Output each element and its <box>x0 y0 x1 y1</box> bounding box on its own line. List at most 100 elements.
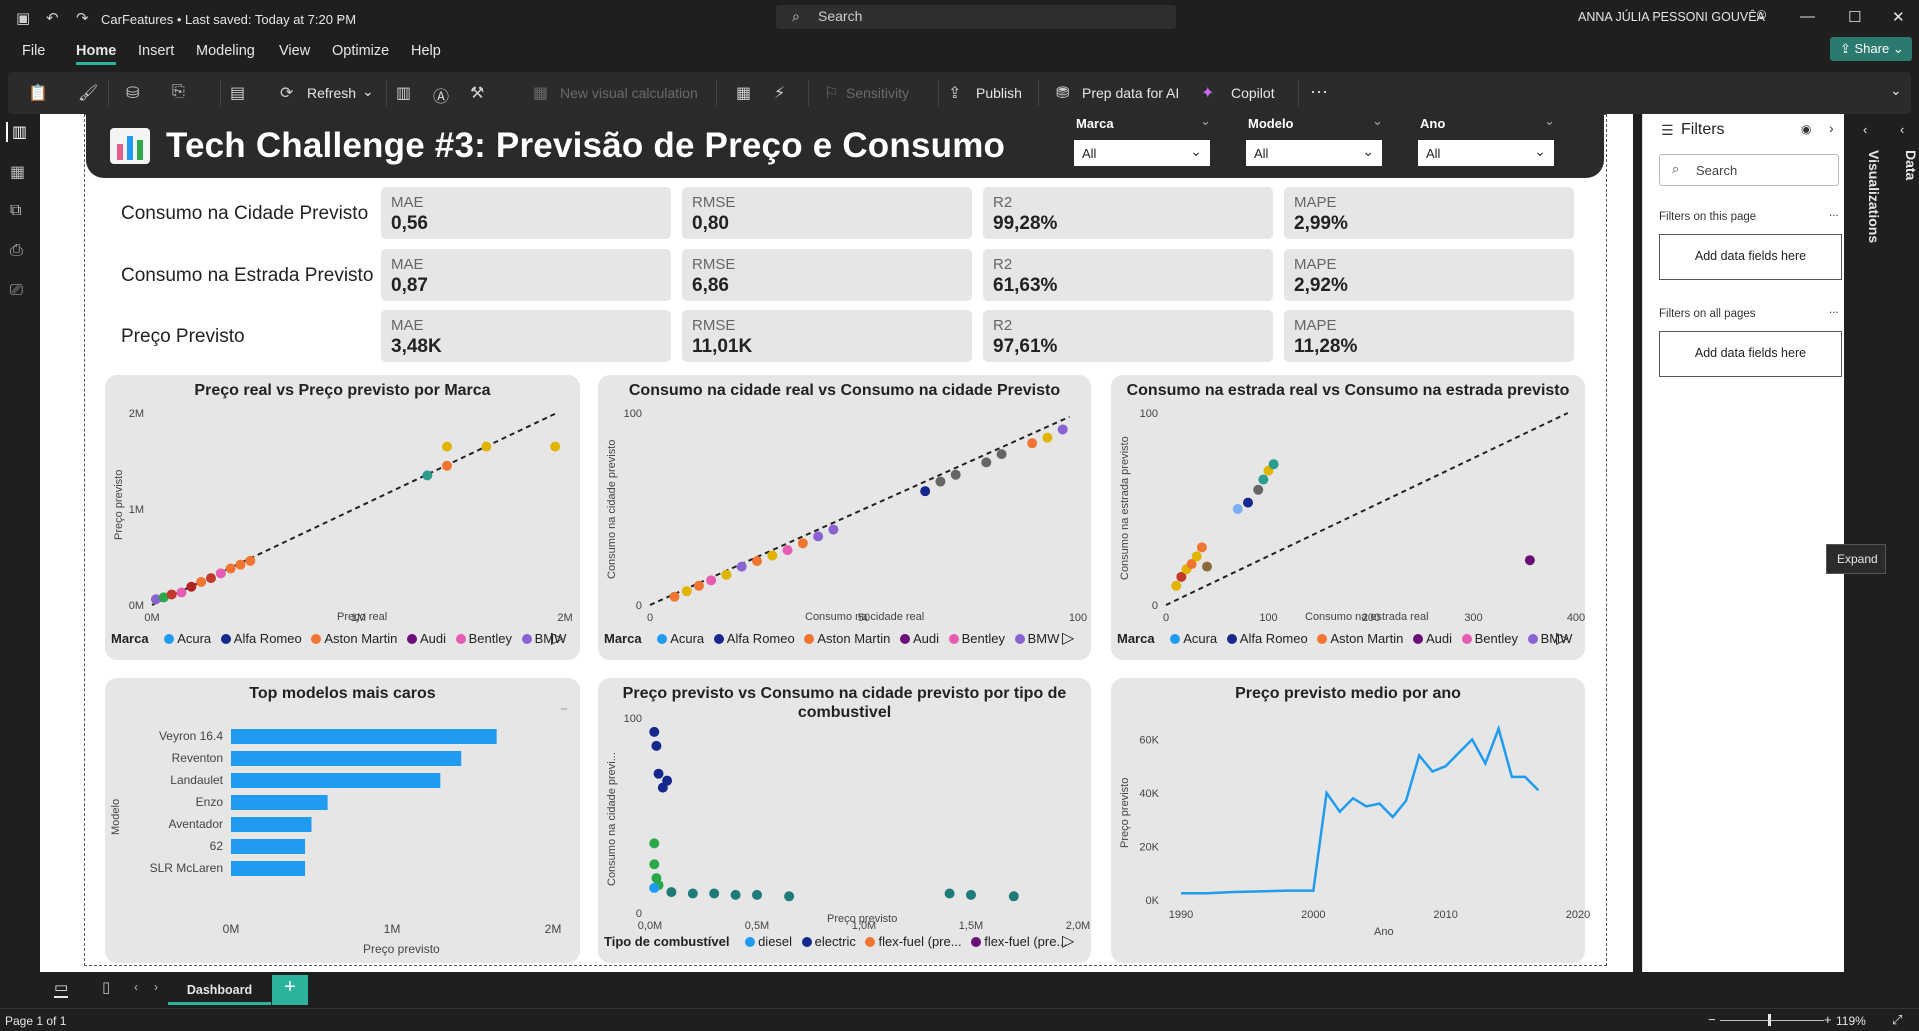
menu-home[interactable]: Home <box>76 43 117 65</box>
legend-item-alfa-romeo[interactable]: Alfa Romeo <box>215 631 302 646</box>
menu-file[interactable]: File <box>22 43 45 59</box>
table-view-icon[interactable]: ▦ <box>10 162 25 182</box>
chart-highway-consumption[interactable]: Consumo na estrada real vs Consumo na es… <box>1111 375 1585 660</box>
metric-card-mae[interactable]: MAE 0,87 <box>381 249 671 301</box>
legend-item-alfa-romeo[interactable]: Alfa Romeo <box>708 631 795 646</box>
slicer-marca[interactable]: Marca ⌄ All ⌄ <box>1074 112 1226 172</box>
avatar-icon[interactable]: ☺ <box>1754 6 1769 23</box>
legend-item-bentley[interactable]: Bentley <box>943 631 1005 646</box>
menu-help[interactable]: Help <box>411 43 441 59</box>
menu-insert[interactable]: Insert <box>138 43 174 59</box>
slicer-dropdown[interactable]: All ⌄ <box>1246 140 1382 166</box>
prep-data-icon[interactable]: ⛃ <box>1056 83 1069 103</box>
legend-item-audi[interactable]: Audi <box>894 631 939 646</box>
global-search[interactable]: ⌕ Search <box>776 5 1176 29</box>
zoom-out-icon[interactable]: − <box>1708 1012 1716 1027</box>
calculator-icon[interactable]: ▦ <box>736 83 751 103</box>
next-page-icon[interactable]: › <box>154 980 158 994</box>
menu-optimize[interactable]: Optimize <box>332 43 389 59</box>
dax-query-view-icon[interactable]: ⎙ <box>10 242 23 260</box>
fit-to-page-icon[interactable]: ⤢ <box>1892 1012 1902 1028</box>
chart-city-consumption[interactable]: Consumo na cidade real vs Consumo na cid… <box>598 375 1091 660</box>
table-view-icon[interactable]: ▤ <box>230 83 245 103</box>
metric-card-mape[interactable]: MAPE 11,28% <box>1284 310 1574 362</box>
desktop-layout-icon[interactable]: ▭ <box>54 978 69 998</box>
eye-icon[interactable]: ◉ <box>1801 122 1811 136</box>
publish-icon[interactable]: ⇪ <box>948 83 961 103</box>
more-options-button[interactable]: ··· <box>1310 81 1328 102</box>
tmdl-view-icon[interactable]: ⎚ <box>10 282 23 300</box>
zoom-in-icon[interactable]: + <box>1824 1012 1832 1027</box>
transform-data-icon[interactable]: ⎘ <box>172 83 185 101</box>
refresh-button[interactable]: Refresh <box>307 85 356 101</box>
legend-item-flex-fuel-1[interactable]: flex-fuel (pre... <box>859 934 962 949</box>
chevron-down-icon[interactable]: ⌄ <box>362 83 374 100</box>
share-button[interactable]: ⇪ Share ⌄ <box>1830 37 1912 61</box>
legend-item-acura[interactable]: Acura <box>1164 631 1217 646</box>
legend-next-icon[interactable]: ▷ <box>1062 931 1074 951</box>
redo-icon[interactable]: ↷ <box>76 9 89 27</box>
format-painter-icon[interactable]: 🖌 <box>78 83 98 103</box>
model-view-icon[interactable]: ⧉ <box>10 202 21 220</box>
maximize-icon[interactable]: ☐ <box>1848 8 1861 26</box>
slicer-dropdown[interactable]: All ⌄ <box>1418 140 1554 166</box>
copilot-icon[interactable]: ✦ <box>1201 83 1214 103</box>
new-visual-icon[interactable]: ▥ <box>396 83 411 103</box>
paste-icon[interactable]: 📋 <box>28 83 48 103</box>
prev-page-icon[interactable]: ‹ <box>134 980 138 994</box>
focus-mode-icon[interactable]: ⎯ <box>561 701 567 716</box>
expand-visualizations-icon[interactable]: ‹ <box>1863 122 1867 137</box>
metric-card-rmse[interactable]: RMSE 6,86 <box>682 249 972 301</box>
mobile-layout-icon[interactable]: ▯ <box>102 978 110 996</box>
add-data-fields-page[interactable]: Add data fields here <box>1659 234 1842 280</box>
legend-item-audi[interactable]: Audi <box>1407 631 1452 646</box>
slicer-dropdown[interactable]: All ⌄ <box>1074 140 1210 166</box>
legend-item-aston-martin[interactable]: Aston Martin <box>798 631 890 646</box>
menu-view[interactable]: View <box>279 43 310 59</box>
user-name[interactable]: ANNA JÚLIA PESSONI GOUVÊA <box>1578 10 1765 24</box>
metric-card-r2[interactable]: R2 99,28% <box>983 187 1273 239</box>
legend-item-audi[interactable]: Audi <box>401 631 446 646</box>
metric-card-mape[interactable]: MAPE 2,99% <box>1284 187 1574 239</box>
legend-item-bentley[interactable]: Bentley <box>1456 631 1518 646</box>
more-options-icon[interactable]: ... <box>1829 207 1839 219</box>
quick-measure-icon[interactable]: ⚡ <box>774 83 785 103</box>
chart-price-by-year[interactable]: Preço previsto medio por ano 0K 20K 40K 60K… <box>1111 678 1590 963</box>
legend-item-electric[interactable]: electric <box>796 934 856 949</box>
get-data-icon[interactable]: ⛁ <box>126 83 139 103</box>
more-visuals-icon[interactable]: ⚒ <box>470 83 484 103</box>
legend-item-acura[interactable]: Acura <box>651 631 704 646</box>
minimize-icon[interactable]: — <box>1800 8 1815 25</box>
add-page-button[interactable]: + <box>272 975 308 1005</box>
legend-item-aston-martin[interactable]: Aston Martin <box>1311 631 1403 646</box>
filter-search-input[interactable]: ⌕ Search <box>1659 154 1839 186</box>
legend-item-bmw[interactable]: BMW <box>1009 631 1059 646</box>
metric-card-r2[interactable]: R2 61,63% <box>983 249 1273 301</box>
close-icon[interactable]: ✕ <box>1892 8 1905 26</box>
slicer-ano[interactable]: Ano ⌄ All ⌄ <box>1418 112 1570 172</box>
chart-top-models[interactable]: Top modelos mais caros Veyron 16.4 Revent… <box>105 678 580 963</box>
data-tab[interactable]: Data <box>1903 150 1919 180</box>
legend-item-acura[interactable]: Acura <box>158 631 211 646</box>
publish-button[interactable]: Publish <box>976 85 1022 101</box>
prep-data-button[interactable]: Prep data for AI <box>1082 85 1179 101</box>
legend-item-aston-martin[interactable]: Aston Martin <box>305 631 397 646</box>
chevron-down-icon[interactable]: ⌄ <box>335 10 344 23</box>
expand-data-icon[interactable]: ‹ <box>1900 122 1904 137</box>
slicer-modelo[interactable]: Modelo ⌄ All ⌄ <box>1246 112 1398 172</box>
zoom-slider-thumb[interactable] <box>1768 1014 1771 1026</box>
metric-card-mape[interactable]: MAPE 2,92% <box>1284 249 1574 301</box>
refresh-icon[interactable]: ⟳ <box>280 83 293 103</box>
chart-price-by-brand[interactable]: Preço real vs Preço previsto por Marca 0… <box>105 375 580 660</box>
metric-card-r2[interactable]: R2 97,61% <box>983 310 1273 362</box>
collapse-ribbon-icon[interactable]: ⌄ <box>1890 82 1902 99</box>
metric-card-mae[interactable]: MAE 3,48K <box>381 310 671 362</box>
legend-item-alfa-romeo[interactable]: Alfa Romeo <box>1221 631 1308 646</box>
legend-item-bentley[interactable]: Bentley <box>450 631 512 646</box>
collapse-icon[interactable]: › <box>1829 120 1834 136</box>
document-title[interactable]: CarFeatures • Last saved: Today at 7:20 … <box>101 12 356 27</box>
undo-icon[interactable]: ↶ <box>46 9 59 27</box>
text-box-icon[interactable]: Ⓐ <box>433 83 449 107</box>
visualizations-tab[interactable]: Visualizations <box>1866 150 1882 243</box>
save-icon[interactable]: ▣ <box>16 9 30 27</box>
